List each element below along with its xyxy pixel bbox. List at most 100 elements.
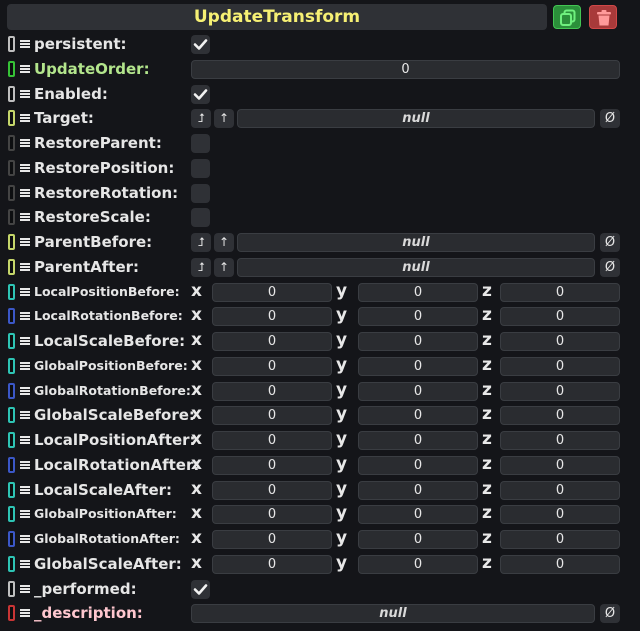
vector-z-input[interactable]: 0 bbox=[500, 381, 620, 401]
vector-y-input[interactable]: 0 bbox=[358, 406, 478, 426]
drag-handle-icon[interactable] bbox=[20, 485, 30, 494]
drag-handle-icon[interactable] bbox=[20, 163, 30, 172]
select-parent-button[interactable]: ↑ bbox=[214, 233, 234, 252]
field-checkbox[interactable] bbox=[191, 35, 210, 54]
clear-reference-button[interactable]: Ø bbox=[600, 109, 620, 129]
drag-handle-icon[interactable] bbox=[20, 460, 30, 469]
clear-text-button[interactable]: Ø bbox=[600, 604, 620, 624]
reference-field[interactable]: null bbox=[237, 257, 595, 277]
drag-handle-icon[interactable] bbox=[20, 584, 30, 593]
drag-handle-icon[interactable] bbox=[20, 287, 30, 296]
node-header[interactable]: UpdateTransform bbox=[7, 4, 547, 30]
field-checkbox[interactable] bbox=[191, 134, 210, 153]
connector-icon[interactable] bbox=[8, 506, 15, 523]
jump-to-target-button[interactable]: ⮥ bbox=[191, 257, 211, 277]
connector-icon[interactable] bbox=[8, 60, 15, 77]
drag-handle-icon[interactable] bbox=[20, 114, 30, 123]
connector-icon[interactable] bbox=[8, 135, 15, 151]
connector-icon[interactable] bbox=[8, 382, 15, 399]
vector-x-input[interactable]: 0 bbox=[212, 307, 332, 327]
vector-y-input[interactable]: 0 bbox=[358, 381, 478, 401]
text-field[interactable]: null bbox=[191, 604, 595, 624]
drag-handle-icon[interactable] bbox=[20, 510, 30, 519]
drag-handle-icon[interactable] bbox=[20, 386, 30, 395]
connector-icon[interactable] bbox=[8, 456, 15, 473]
drag-handle-icon[interactable] bbox=[20, 559, 30, 568]
vector-x-input[interactable]: 0 bbox=[212, 282, 332, 302]
vector-y-input[interactable]: 0 bbox=[358, 455, 478, 475]
vector-y-input[interactable]: 0 bbox=[358, 431, 478, 450]
drag-handle-icon[interactable] bbox=[20, 188, 30, 197]
connector-icon[interactable] bbox=[8, 531, 15, 547]
drag-handle-icon[interactable] bbox=[20, 89, 30, 98]
vector-x-input[interactable]: 0 bbox=[212, 431, 332, 450]
duplicate-button[interactable] bbox=[553, 5, 581, 29]
vector-z-input[interactable]: 0 bbox=[500, 356, 620, 376]
drag-handle-icon[interactable] bbox=[20, 436, 30, 444]
connector-icon[interactable] bbox=[8, 407, 15, 424]
connector-icon[interactable] bbox=[8, 605, 15, 622]
vector-z-input[interactable]: 0 bbox=[500, 554, 620, 574]
select-parent-button[interactable]: ↑ bbox=[214, 109, 234, 129]
vector-x-input[interactable]: 0 bbox=[212, 480, 332, 500]
vector-z-input[interactable]: 0 bbox=[500, 530, 620, 549]
clear-reference-button[interactable]: Ø bbox=[600, 257, 620, 277]
connector-icon[interactable] bbox=[8, 481, 15, 498]
field-int-input[interactable]: 0 bbox=[191, 59, 620, 79]
connector-icon[interactable] bbox=[8, 184, 15, 201]
field-checkbox[interactable] bbox=[191, 208, 210, 228]
connector-icon[interactable] bbox=[8, 85, 15, 102]
drag-handle-icon[interactable] bbox=[20, 337, 30, 345]
connector-icon[interactable] bbox=[8, 36, 15, 52]
vector-z-input[interactable]: 0 bbox=[500, 406, 620, 426]
connector-icon[interactable] bbox=[8, 580, 15, 597]
drag-handle-icon[interactable] bbox=[20, 64, 30, 73]
reference-field[interactable]: null bbox=[237, 233, 595, 252]
connector-icon[interactable] bbox=[8, 432, 15, 448]
connector-icon[interactable] bbox=[8, 357, 15, 374]
connector-icon[interactable] bbox=[8, 110, 15, 127]
vector-x-input[interactable]: 0 bbox=[212, 455, 332, 475]
vector-x-input[interactable]: 0 bbox=[212, 381, 332, 401]
vector-x-input[interactable]: 0 bbox=[212, 554, 332, 574]
vector-z-input[interactable]: 0 bbox=[500, 307, 620, 327]
vector-x-input[interactable]: 0 bbox=[212, 406, 332, 426]
delete-button[interactable] bbox=[589, 5, 617, 29]
clear-reference-button[interactable]: Ø bbox=[600, 233, 620, 252]
vector-x-input[interactable]: 0 bbox=[212, 332, 332, 351]
field-checkbox[interactable] bbox=[191, 158, 210, 178]
connector-icon[interactable] bbox=[8, 333, 15, 349]
drag-handle-icon[interactable] bbox=[20, 139, 30, 147]
connector-icon[interactable] bbox=[8, 283, 15, 300]
jump-to-target-button[interactable]: ⮥ bbox=[191, 109, 211, 129]
drag-handle-icon[interactable] bbox=[20, 411, 30, 420]
vector-z-input[interactable]: 0 bbox=[500, 505, 620, 525]
connector-icon[interactable] bbox=[8, 209, 15, 226]
vector-z-input[interactable]: 0 bbox=[500, 480, 620, 500]
vector-y-input[interactable]: 0 bbox=[358, 554, 478, 574]
vector-y-input[interactable]: 0 bbox=[358, 356, 478, 376]
drag-handle-icon[interactable] bbox=[20, 238, 30, 246]
vector-x-input[interactable]: 0 bbox=[212, 530, 332, 549]
connector-icon[interactable] bbox=[8, 555, 15, 572]
connector-icon[interactable] bbox=[8, 308, 15, 325]
connector-icon[interactable] bbox=[8, 159, 15, 176]
reference-field[interactable]: null bbox=[237, 109, 595, 129]
vector-x-input[interactable]: 0 bbox=[212, 505, 332, 525]
vector-y-input[interactable]: 0 bbox=[358, 480, 478, 500]
field-checkbox[interactable] bbox=[191, 579, 210, 599]
vector-z-input[interactable]: 0 bbox=[500, 332, 620, 351]
vector-y-input[interactable]: 0 bbox=[358, 505, 478, 525]
vector-y-input[interactable]: 0 bbox=[358, 332, 478, 351]
vector-z-input[interactable]: 0 bbox=[500, 282, 620, 302]
drag-handle-icon[interactable] bbox=[20, 262, 30, 271]
field-checkbox[interactable] bbox=[191, 183, 210, 203]
vector-x-input[interactable]: 0 bbox=[212, 356, 332, 376]
jump-to-target-button[interactable]: ⮥ bbox=[191, 233, 211, 252]
drag-handle-icon[interactable] bbox=[20, 609, 30, 618]
drag-handle-icon[interactable] bbox=[20, 361, 30, 370]
vector-y-input[interactable]: 0 bbox=[358, 307, 478, 327]
drag-handle-icon[interactable] bbox=[20, 213, 30, 222]
vector-y-input[interactable]: 0 bbox=[358, 282, 478, 302]
vector-z-input[interactable]: 0 bbox=[500, 431, 620, 450]
